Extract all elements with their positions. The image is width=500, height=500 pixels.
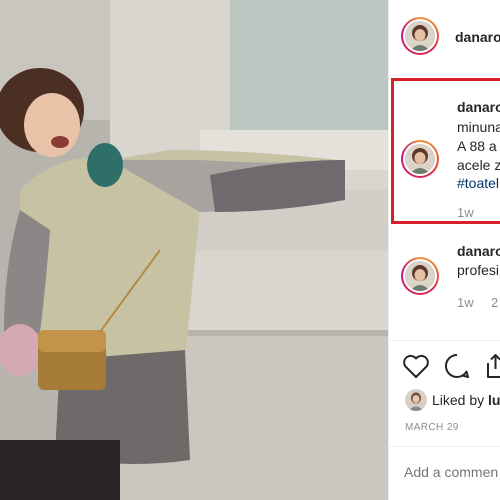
comment-timestamp[interactable]: 1w <box>457 205 474 220</box>
post-photo[interactable] <box>0 0 388 500</box>
comment-box-divider <box>389 446 500 447</box>
avatar-icon <box>405 21 435 51</box>
comment-hashtag[interactable]: #toatel <box>457 175 499 191</box>
avatar-icon <box>405 144 435 174</box>
post-photo-illustration <box>0 0 388 500</box>
post-date[interactable]: MARCH 29 <box>405 422 459 433</box>
avatar-icon <box>405 261 435 291</box>
post-author-username[interactable]: danaro <box>455 29 500 45</box>
liked-by-name[interactable]: lu <box>488 392 500 408</box>
comment-likes-count[interactable]: 2 <box>491 295 498 310</box>
post-sidebar: danaro danaro minuna A 88 a acele z #toa… <box>388 0 500 500</box>
add-comment-input[interactable] <box>404 464 500 480</box>
comment-avatar[interactable] <box>401 140 439 178</box>
comment-text-line: A 88 a <box>457 138 497 154</box>
comment-timestamp[interactable]: 1w <box>457 295 474 310</box>
actions-divider <box>389 340 500 341</box>
share-icon[interactable] <box>483 352 500 380</box>
comment-username[interactable]: danaro <box>457 99 500 115</box>
heart-icon[interactable] <box>402 353 430 379</box>
comment-text-line: minuna <box>457 119 500 135</box>
avatar-icon <box>405 389 427 411</box>
liked-by-text[interactable]: Liked by lu <box>432 392 500 408</box>
author-avatar[interactable] <box>401 17 439 55</box>
liked-by-prefix: Liked by <box>432 392 485 408</box>
header-divider <box>389 75 500 76</box>
comment-text-line: acele z <box>457 157 500 173</box>
liker-avatar[interactable] <box>405 389 427 411</box>
comment-text-line: profesi <box>457 262 500 278</box>
comment-avatar[interactable] <box>401 257 439 295</box>
comment-username[interactable]: danaro <box>457 243 500 259</box>
comment-icon[interactable] <box>443 352 471 380</box>
